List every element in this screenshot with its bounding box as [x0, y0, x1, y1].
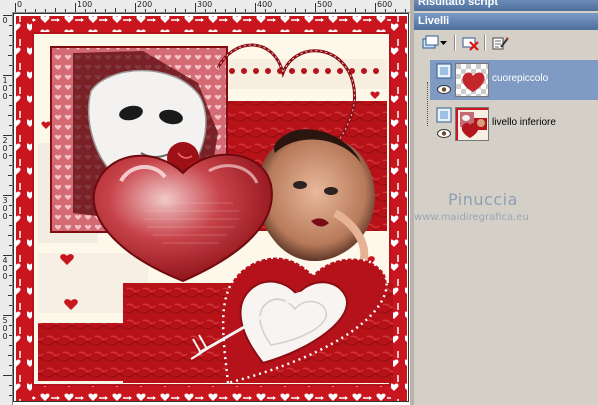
horizontal-ruler: 0 100 200 300 400 500 600	[0, 0, 410, 13]
delete-layer-button[interactable]	[460, 33, 482, 53]
ruler-label: 300	[197, 0, 213, 9]
layer-thumbnail	[455, 63, 489, 97]
layer-name[interactable]: livello inferiore	[492, 117, 556, 128]
layer-row-livello-inferiore[interactable]: livello inferiore	[430, 104, 598, 144]
raster-layer-icon[interactable]	[436, 107, 452, 123]
ruler-label: 3 0 0	[2, 196, 8, 221]
layer-row-cuorepiccolo[interactable]: cuorepiccolo	[430, 60, 598, 100]
layers-palette-title: Livelli	[418, 15, 450, 27]
layer-properties-button[interactable]	[490, 33, 512, 53]
vertical-ruler: 0 1 0 0 2 0 0 3 0 0 4 0 0 5 0 0	[0, 12, 13, 405]
toolbar-divider	[484, 35, 486, 51]
ruler-label: 100	[77, 0, 93, 9]
watermark-site: www.maidiregrafica.eu	[414, 212, 529, 223]
ruler-label: 400	[257, 0, 273, 9]
layer-thumbnail	[455, 107, 489, 141]
ruler-label: 2 0 0	[2, 136, 8, 161]
new-layer-dropdown[interactable]	[438, 33, 448, 53]
valentine-artwork	[13, 13, 410, 405]
ruler-label: 4 0 0	[2, 256, 8, 281]
chevron-down-icon	[439, 40, 447, 45]
layer-name[interactable]: cuorepiccolo	[492, 73, 548, 84]
layers-toolbar	[420, 33, 590, 55]
layers-list: cuorepiccolo livello inferiore	[425, 56, 598, 405]
ruler-label: 0	[2, 16, 8, 25]
eye-icon[interactable]	[437, 129, 451, 138]
ruler-label: 600	[377, 0, 393, 9]
script-output-title: Risultato script	[418, 0, 499, 8]
right-panel: Risultato script Livelli cuorepiccolo li…	[414, 0, 598, 405]
image-canvas[interactable]	[13, 13, 410, 405]
toolbar-divider	[454, 35, 456, 51]
eye-icon[interactable]	[437, 85, 451, 94]
layer-tree-connector	[427, 82, 428, 126]
ruler-label: 1 0 0	[2, 76, 8, 101]
raster-layer-icon[interactable]	[436, 63, 452, 79]
ruler-label: 500	[317, 0, 333, 9]
delete-layer-icon	[462, 37, 479, 51]
layer-properties-icon	[492, 37, 509, 50]
watermark-name: Pinuccia	[448, 190, 518, 209]
script-output-caption: Risultato script	[414, 0, 598, 11]
layers-palette-caption: Livelli	[414, 13, 598, 30]
ruler-label: 200	[137, 0, 153, 9]
ruler-label: 0	[17, 0, 23, 9]
ruler-label: 5 0 0	[2, 316, 8, 341]
